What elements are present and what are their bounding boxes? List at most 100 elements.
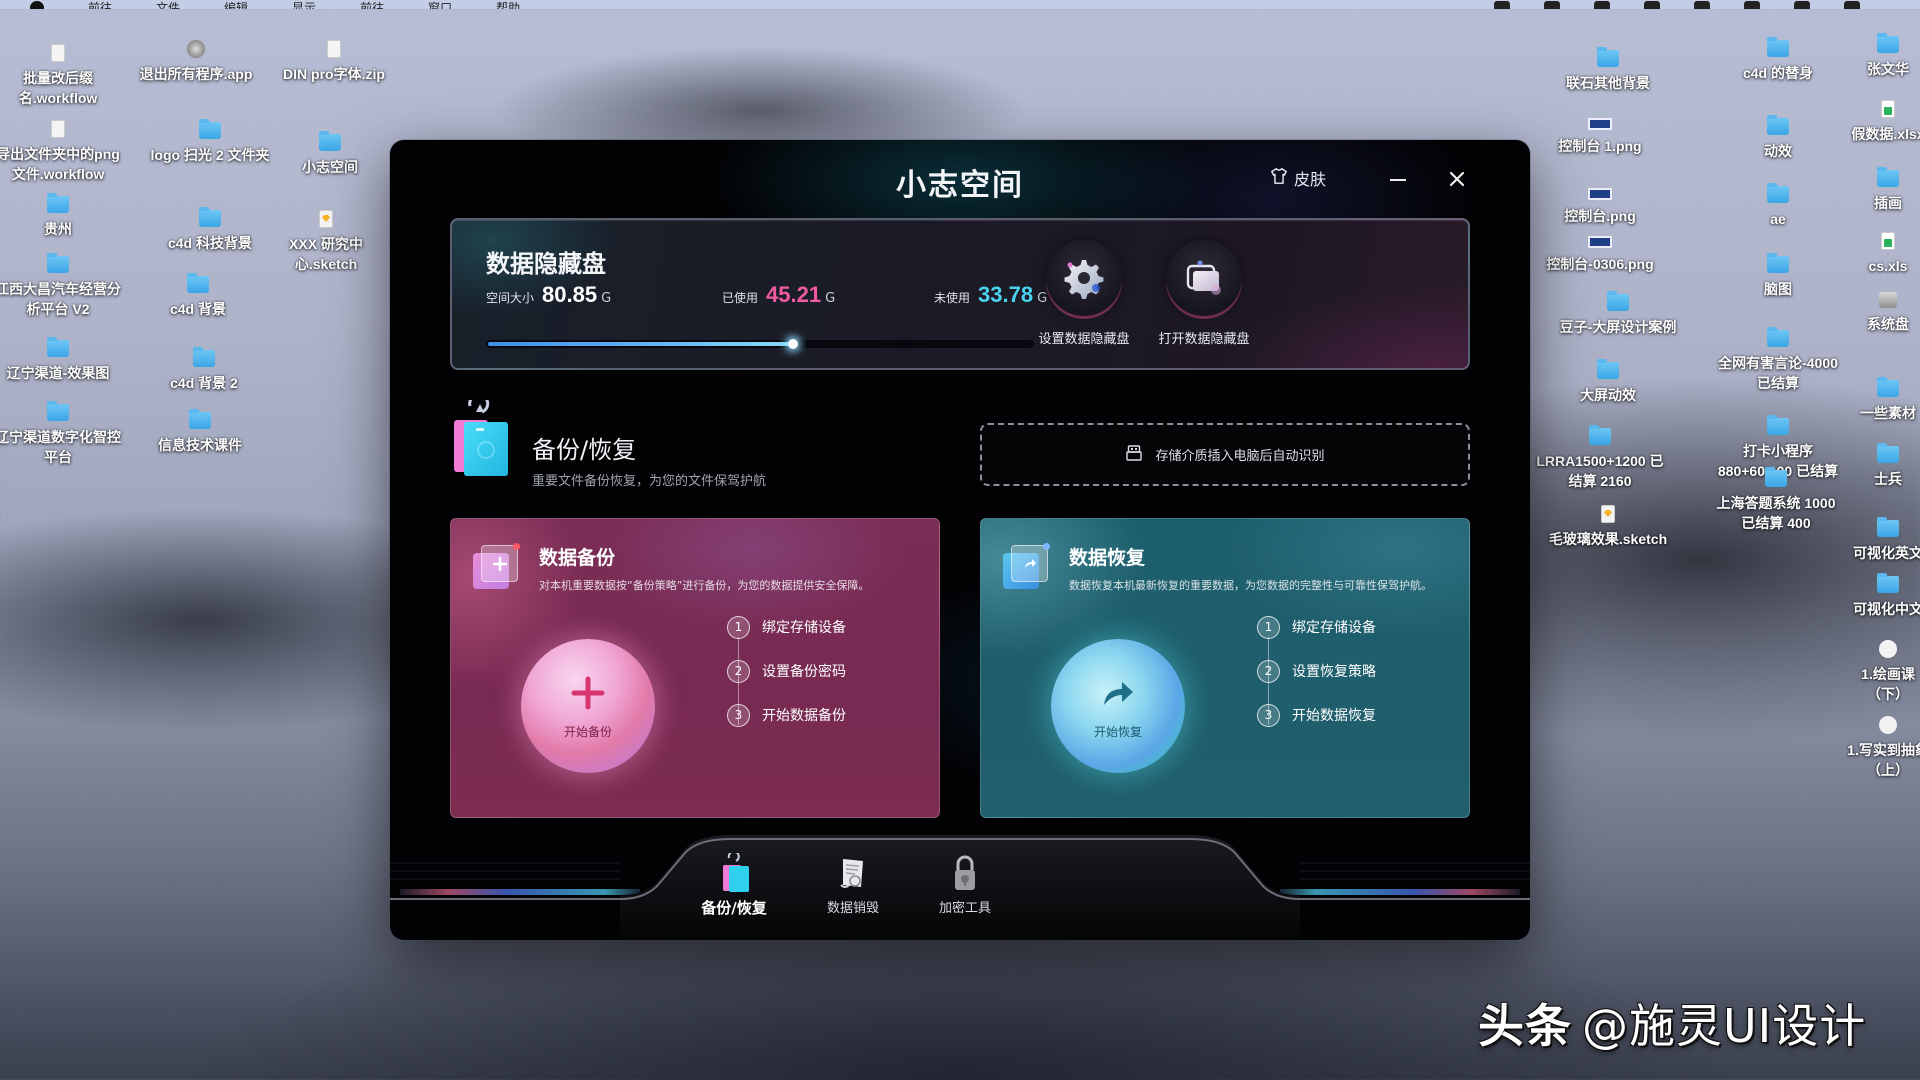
start-restore-button[interactable]: 开始恢复 [1051,639,1185,773]
desktop-icon[interactable]: 小志空间 [260,131,400,177]
desktop-icon[interactable]: ae [1708,183,1848,229]
desktop-icon[interactable]: 毛玻璃效果.sketch [1538,505,1678,549]
desktop-icon[interactable]: 系统盘 [1818,292,1920,334]
folder-icon [1166,240,1242,316]
desktop-icon[interactable]: 1.绘画课 （下） [1818,640,1920,704]
desktop-icon[interactable]: c4d 背景 2 [134,347,274,393]
step-text: 开始数据备份 [762,708,846,724]
spreadsheet-icon [1881,232,1895,250]
status-icon[interactable] [1594,1,1610,9]
desktop-icon[interactable]: 一些素材 [1818,377,1920,423]
desktop-icon[interactable]: 辽宁渠道数字化智控 平台 [0,401,128,467]
desktop-icon-label: 张文华 [1867,61,1909,77]
desktop-icon[interactable]: 1.写实到抽象 （上） [1818,716,1920,780]
desktop-icon[interactable]: 控制台.png [1530,188,1670,226]
document-icon [327,40,341,58]
restore-step[interactable]: 3 开始数据恢复 [1257,703,1376,727]
desktop-icon[interactable]: XXX 研究中 心.sketch [256,210,396,274]
desktop-icon-label: 退出所有程序.app [139,66,253,82]
nav-tab-backup-restore[interactable]: 备份/恢复 [689,850,779,918]
start-backup-label: 开始备份 [563,724,612,739]
menu-item[interactable]: 编辑 [224,2,248,9]
status-icon[interactable] [1744,1,1760,9]
set-hidden-disk-button[interactable]: 设置数据隐藏盘 [1024,240,1144,347]
backup-restore-icon [714,850,754,893]
desktop-icon[interactable]: 批量改后缀 名.workflow [0,44,128,108]
folder-icon [199,207,221,227]
app-icon [187,40,205,58]
usage-progress-knob [787,339,798,349]
status-icon[interactable] [1694,1,1710,9]
desktop-icon[interactable]: 可视化英文 [1818,517,1920,563]
used-space-unit: G [825,291,836,306]
watermark: 头条 @施灵UI设计 [1478,990,1866,1056]
desktop-icon[interactable]: 控制台 1.png [1530,118,1670,156]
desktop-icon[interactable]: 导出文件夹中的png 文件.workflow [0,120,128,184]
desktop-icon[interactable]: 江西大昌汽车经营分 析平台 V2 [0,253,128,319]
start-backup-button[interactable]: 开始备份 [521,639,655,773]
status-icon[interactable] [1644,1,1660,9]
restore-step[interactable]: 2 设置恢复策略 [1257,659,1376,683]
menu-item[interactable]: 前往 [88,2,112,9]
desktop-icon[interactable]: 可视化中文 [1818,573,1920,619]
storage-media-dropzone[interactable]: 存储介质插入电脑后自动识别 [980,423,1470,486]
total-space-value: 80.85 [542,282,598,307]
desktop-icon[interactable]: LRRA1500+1200 已 结算 2160 [1530,425,1670,491]
document-icon [51,120,65,138]
folder-icon [193,347,215,367]
backup-step[interactable]: 2 设置备份密码 [727,659,846,683]
bottom-nav: 备份/恢复 数据销毁 加密工具 [390,835,1530,940]
folder-icon [1597,359,1619,379]
nav-label: 数据销毁 [826,901,879,916]
desktop-icon[interactable]: 退出所有程序.app [126,40,266,84]
menu-item[interactable]: 帮助 [496,2,520,9]
sketch-file-icon [1601,505,1615,523]
backup-step[interactable]: 3 开始数据备份 [727,703,846,727]
desktop-icon[interactable]: 控制台-0306.png [1530,236,1670,274]
skin-button[interactable]: 皮肤 [1270,166,1326,190]
desktop-icon-label: DIN pro字体.zip [283,66,385,82]
set-hidden-disk-label: 设置数据隐藏盘 [1038,332,1130,347]
status-icon[interactable] [1794,1,1810,9]
backup-card-title: 数据备份 [539,547,616,569]
status-icon[interactable] [1844,1,1860,9]
status-icon[interactable] [1544,1,1560,9]
menu-item[interactable]: 窗口 [428,2,452,9]
backup-step[interactable]: 1 绑定存储设备 [727,615,846,639]
open-hidden-disk-button[interactable]: 打开数据隐藏盘 [1144,240,1264,347]
desktop-icon[interactable]: 信息技术课件 [130,409,270,455]
nav-tab-data-destroy[interactable]: 数据销毁 [808,853,898,916]
folder-icon [47,337,69,357]
desktop-icon-label: 毛玻璃效果.sketch [1548,531,1668,547]
folder-icon [1589,425,1611,445]
backup-card-icon [473,543,520,589]
desktop-icon[interactable]: 贵州 [0,193,128,239]
desktop-icon-label: 江西大昌汽车经营分 析平台 V2 [0,281,121,317]
folder-icon [1767,415,1789,435]
desktop-icon[interactable]: 豆子-大屏设计案例 [1548,291,1688,337]
restore-step[interactable]: 1 绑定存储设备 [1257,615,1376,639]
desktop-icon[interactable]: logo 扫光 2 文件夹 [140,119,280,165]
desktop-icon[interactable]: 张文华 [1818,33,1920,79]
minimize-button[interactable] [1384,166,1412,194]
status-icon[interactable] [1494,1,1510,9]
menu-item[interactable]: 文件 [156,2,180,9]
desktop-icon-label: ae [1770,211,1786,227]
desktop-icon[interactable]: 动效 [1708,115,1848,161]
menu-item[interactable]: 前往 [360,2,384,9]
nav-tab-encryption-tools[interactable]: 加密工具 [920,853,1010,916]
folder-icon [1767,115,1789,135]
close-button[interactable] [1442,164,1472,194]
desktop-icon[interactable]: DIN pro字体.zip [264,40,404,84]
menu-item[interactable]: 显示 [292,2,316,9]
restore-card-title: 数据恢复 [1069,547,1146,569]
total-space-label: 空间大小 [486,291,535,305]
desktop-icon[interactable]: 辽宁渠道-效果图 [0,337,128,383]
desktop-icon[interactable]: 联石其他背景 [1538,47,1678,93]
desktop-icon-label: 1.写实到抽象 （上） [1847,742,1920,778]
desktop-icon[interactable]: 大屏动效 [1538,359,1678,405]
redo-arrow-icon [1011,545,1048,582]
restore-card-desc: 数据恢复本机最新恢复的重要数据，为您数据的完整性与可靠性保驾护航。 [1069,579,1432,592]
desktop-icon[interactable]: c4d 背景 [128,273,268,319]
apple-menu-icon[interactable] [30,1,44,9]
